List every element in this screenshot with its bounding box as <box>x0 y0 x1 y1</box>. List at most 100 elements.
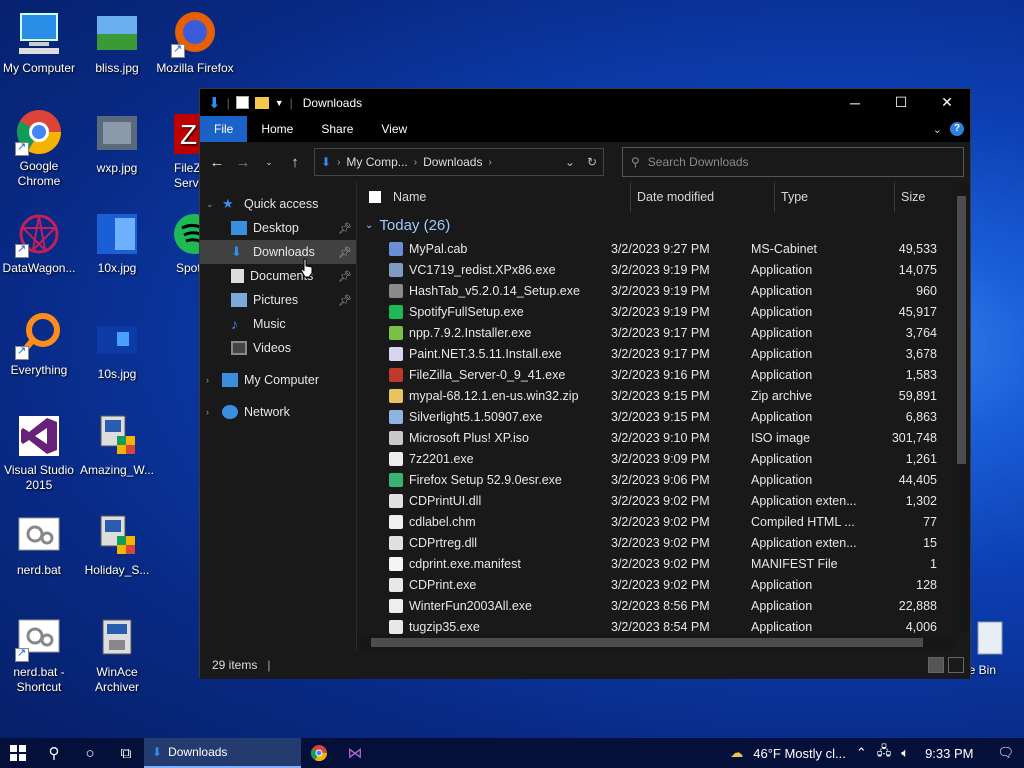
chevron-down-icon[interactable]: ⌄ <box>933 123 942 136</box>
vertical-scrollbar[interactable] <box>953 182 970 632</box>
group-header-today[interactable]: ⌄ Today (26) <box>357 212 970 238</box>
desktop-icon-holiday[interactable]: Holiday_S... <box>78 512 156 578</box>
file-row[interactable]: Microsoft Plus! XP.iso 3/2/2023 9:10 PM IS… <box>357 427 970 448</box>
chevron-down-icon[interactable]: ⌄ <box>565 155 575 169</box>
file-row[interactable]: CDPrtreg.dll 3/2/2023 9:02 PM Application … <box>357 532 970 553</box>
recent-locations-button[interactable]: ⌄ <box>258 157 280 168</box>
desktop-icon-datawagon[interactable]: DataWagon... <box>0 210 78 276</box>
desktop-icon-my-computer[interactable]: My Computer <box>0 10 78 76</box>
desktop-icon-firefox[interactable]: Mozilla Firefox <box>156 10 234 76</box>
desktop-icon-10s[interactable]: 10s.jpg <box>78 316 156 382</box>
nav-downloads[interactable]: ⬇ Downloads 📌︎ <box>200 240 356 264</box>
taskbar-app-downloads[interactable]: ⬇ Downloads <box>144 738 301 768</box>
search-input[interactable]: Search Downloads <box>648 155 749 169</box>
desktop-icon-spotify[interactable]: Spoti <box>166 210 200 276</box>
chevron-down-icon[interactable]: ▼ <box>275 98 284 108</box>
file-row[interactable]: CDPrintUI.dll 3/2/2023 9:02 PM Application… <box>357 490 970 511</box>
tab-view[interactable]: View <box>367 116 421 142</box>
search-box[interactable]: ⚲ Search Downloads <box>622 147 964 177</box>
notifications-icon[interactable]: 🗨︎ <box>997 745 1014 761</box>
desktop-icon-chrome[interactable]: Google Chrome <box>0 108 78 189</box>
nav-documents[interactable]: Documents 📌︎ <box>200 264 356 288</box>
tab-home[interactable]: Home <box>247 116 307 142</box>
forward-button[interactable]: → <box>232 154 254 171</box>
explorer-window[interactable]: ⬇ | ▼ | Downloads ─ ☐ ✕ File Home Share … <box>199 88 971 679</box>
new-folder-icon[interactable] <box>254 96 269 109</box>
help-icon[interactable]: ? <box>950 122 964 136</box>
desktop-icon-filezilla[interactable]: Z FileZ Serve <box>160 110 200 191</box>
file-row[interactable]: FileZilla_Server-0_9_41.exe 3/2/2023 9:16… <box>357 364 970 385</box>
volume-icon[interactable]: 🔈︎ <box>901 745 909 761</box>
desktop-icon-nerd-bat[interactable]: nerd.bat <box>0 512 78 578</box>
start-button[interactable] <box>0 738 36 768</box>
details-view-button[interactable] <box>928 657 944 673</box>
close-button[interactable]: ✕ <box>924 89 970 116</box>
address-bar[interactable]: ⬇ › My Comp... › Downloads › ⌄ ↻ <box>314 148 604 176</box>
nav-desktop[interactable]: Desktop 📌︎ <box>200 216 356 240</box>
desktop-icon-nerd-bat-shortcut[interactable]: nerd.bat - Shortcut <box>0 614 78 695</box>
clock[interactable]: 9:33 PM <box>925 746 973 761</box>
file-row[interactable]: cdprint.exe.manifest 3/2/2023 9:02 PM MANI… <box>357 553 970 574</box>
pin-icon[interactable]: 📌︎ <box>338 270 352 283</box>
minimize-button[interactable]: ─ <box>832 89 878 116</box>
weather-text[interactable]: 46°F Mostly cl... <box>753 746 846 761</box>
select-all-checkbox[interactable] <box>357 182 387 212</box>
network-icon[interactable]: 🖧︎ <box>877 742 892 764</box>
file-row[interactable]: 7z2201.exe 3/2/2023 9:09 PM Application 1,2… <box>357 448 970 469</box>
file-type: Compiled HTML ... <box>751 514 855 529</box>
weather-icon[interactable]: ☁ <box>730 745 743 761</box>
desktop-icon-10x[interactable]: 10x.jpg <box>78 210 156 276</box>
file-row[interactable]: Firefox Setup 52.9.0esr.exe 3/2/2023 9:06… <box>357 469 970 490</box>
pin-icon[interactable]: 📌︎ <box>338 246 352 259</box>
nav-pictures[interactable]: Pictures 📌︎ <box>200 288 356 312</box>
desktop-icon-bliss[interactable]: bliss.jpg <box>78 10 156 76</box>
nav-network[interactable]: › Network <box>200 400 356 424</box>
file-row[interactable]: WinterFun2003All.exe 3/2/2023 8:56 PM Appl… <box>357 595 970 616</box>
breadcrumb-downloads[interactable]: Downloads <box>423 155 482 169</box>
file-row[interactable]: CDPrint.exe 3/2/2023 9:02 PM Application 12… <box>357 574 970 595</box>
file-row[interactable]: MyPal.cab 3/2/2023 9:27 PM MS-Cabinet 49,53… <box>357 238 970 259</box>
desktop-icon-winace[interactable]: WinAce Archiver <box>78 614 156 695</box>
nav-quick-access[interactable]: ⌄ ★ Quick access <box>200 192 356 216</box>
file-name: cdlabel.chm <box>409 514 476 529</box>
nav-my-computer[interactable]: › My Computer <box>200 368 356 392</box>
file-row[interactable]: npp.7.9.2.Installer.exe 3/2/2023 9:17 PM A… <box>357 322 970 343</box>
search-icon[interactable]: ⚲ <box>36 738 72 768</box>
properties-icon[interactable] <box>235 96 249 109</box>
refresh-icon[interactable]: ↻ <box>587 155 597 169</box>
column-date-modified[interactable]: Date modified <box>631 182 775 212</box>
nav-videos[interactable]: Videos <box>200 336 356 360</box>
pin-icon[interactable]: 📌︎ <box>338 222 352 235</box>
maximize-button[interactable]: ☐ <box>878 89 924 116</box>
nav-music[interactable]: ♪ Music <box>200 312 356 336</box>
tab-share[interactable]: Share <box>307 116 367 142</box>
file-row[interactable]: HashTab_v5.2.0.14_Setup.exe 3/2/2023 9:19… <box>357 280 970 301</box>
desktop-icon-wxp[interactable]: wxp.jpg <box>78 110 156 176</box>
file-row[interactable]: Paint.NET.3.5.11.Install.exe 3/2/2023 9:1… <box>357 343 970 364</box>
large-icons-view-button[interactable] <box>948 657 964 673</box>
file-row[interactable]: Silverlight5.1.50907.exe 3/2/2023 9:15 PM… <box>357 406 970 427</box>
visual-studio-icon[interactable]: ⋈ <box>337 738 373 768</box>
file-row[interactable]: mypal-68.12.1.en-us.win32.zip 3/2/2023 9:… <box>357 385 970 406</box>
tab-file[interactable]: File <box>200 116 248 142</box>
back-button[interactable]: ← <box>206 154 228 171</box>
column-headers: Name Date modified Type Size <box>357 182 970 212</box>
task-view-icon[interactable]: ⧉ <box>108 738 144 768</box>
breadcrumb-my-computer[interactable]: My Comp... <box>346 155 407 169</box>
file-row[interactable]: cdlabel.chm 3/2/2023 9:02 PM Compiled HTML… <box>357 511 970 532</box>
desktop-icon-visual-studio[interactable]: Visual Studio 2015 <box>0 412 78 493</box>
column-type[interactable]: Type <box>775 182 895 212</box>
title-bar[interactable]: ⬇ | ▼ | Downloads ─ ☐ ✕ <box>200 89 970 116</box>
file-row[interactable]: VC1719_redist.XPx86.exe 3/2/2023 9:19 PM A… <box>357 259 970 280</box>
horizontal-scrollbar[interactable] <box>357 634 954 651</box>
chrome-icon[interactable] <box>301 738 337 768</box>
pin-icon[interactable]: 📌︎ <box>338 294 352 307</box>
file-row[interactable]: SpotifyFullSetup.exe 3/2/2023 9:19 PM Appl… <box>357 301 970 322</box>
chevron-up-icon[interactable]: ⌃ <box>856 745 867 761</box>
desktop-icon-amazing[interactable]: Amazing_W... <box>78 412 156 478</box>
desktop-icon-everything[interactable]: Everything <box>0 312 78 378</box>
column-size[interactable]: Size <box>895 182 953 212</box>
column-name[interactable]: Name <box>387 182 631 212</box>
cortana-icon[interactable]: ○ <box>72 738 108 768</box>
up-button[interactable]: ↑ <box>284 154 306 171</box>
